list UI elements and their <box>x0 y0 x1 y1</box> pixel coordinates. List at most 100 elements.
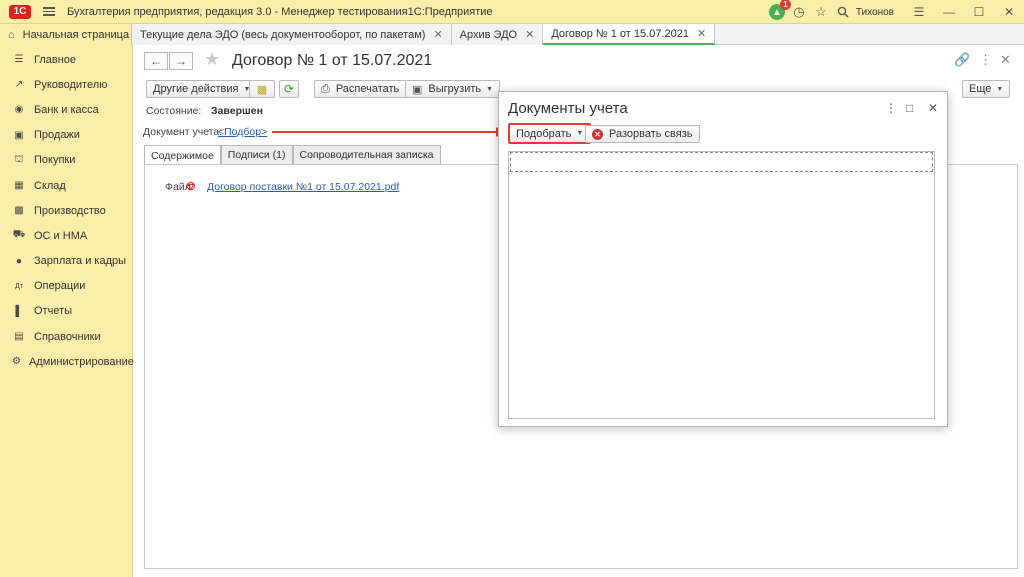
documents-table[interactable] <box>508 151 935 419</box>
more-button[interactable]: Еще ▼ <box>962 80 1011 98</box>
hierarchy-icon: ▩ <box>256 83 268 96</box>
history-icon[interactable]: ◷ <box>788 0 810 24</box>
pdf-icon: ⎊ <box>186 179 196 193</box>
back-button[interactable]: ← <box>144 52 168 70</box>
sidebar-item-production[interactable]: ▩ Производство <box>0 198 132 223</box>
home-icon: ⌂ <box>8 28 15 41</box>
form-tabs: Содержимое Подписи (1) Сопроводительная … <box>144 145 441 165</box>
tab-edo-archive[interactable]: Архив ЭДО ✕ <box>451 24 544 45</box>
close-window-button[interactable]: ✕ <box>994 0 1024 24</box>
structure-button[interactable]: ▩ <box>249 80 275 98</box>
menu-icon: ☰ <box>14 54 24 66</box>
coin-icon: ◉ <box>14 104 24 116</box>
maximize-button[interactable]: ☐ <box>964 0 994 24</box>
table-row[interactable] <box>510 152 933 172</box>
tab-label: Текущие дела ЭДО (весь документооборот, … <box>140 28 426 41</box>
refresh-button[interactable]: ⟳ <box>279 80 299 98</box>
chevron-down-icon: ▼ <box>486 85 494 93</box>
truck-icon: ⛟ <box>12 229 26 241</box>
bag-icon: ▣ <box>14 129 24 141</box>
sidebar-item-bank[interactable]: ◉ Банк и касса <box>0 97 132 122</box>
sidebar-item-salary[interactable]: ● Зарплата и кадры <box>0 249 132 274</box>
maximize-icon[interactable]: □ <box>906 101 913 115</box>
person-icon: ● <box>15 255 23 267</box>
unlink-icon: ✕ <box>592 128 603 140</box>
sidebar-item-label: Руководителю <box>34 78 108 91</box>
settings-menu-icon[interactable]: ☰ <box>904 0 934 24</box>
select-button[interactable]: Подобрать ▼ <box>508 123 592 144</box>
bell-icon: ▲ 1 <box>768 0 791 20</box>
sidebar-item-label: Банк и касса <box>34 103 99 116</box>
tab-contract[interactable]: Договор № 1 от 15.07.2021 ✕ <box>543 24 716 45</box>
sidebar-item-admin[interactable]: ⚙ Администрирование <box>0 349 134 374</box>
close-form-icon[interactable]: ✕ <box>1000 52 1011 68</box>
sidebar-item-label: Склад <box>34 179 66 192</box>
title-bar: 1С Бухгалтерия предприятия, редакция 3.0… <box>0 0 1024 24</box>
tab-label: Начальная страница <box>22 28 130 41</box>
sidebar-item-label: Продажи <box>34 129 80 142</box>
close-icon[interactable]: ✕ <box>433 28 442 41</box>
file-link[interactable]: Договор поставки №1 от 15.07.2021.pdf <box>207 181 399 193</box>
other-actions-button[interactable]: Другие действия ▼ <box>146 80 258 98</box>
tab-cover-note[interactable]: Сопроводительная записка <box>292 145 441 164</box>
notifications-button[interactable]: ▲ 1 <box>766 0 791 24</box>
chart-icon: ▌ <box>15 305 23 317</box>
open-windows-bar: ⌂ Начальная страница Текущие дела ЭДО (в… <box>0 24 1024 45</box>
tab-signatures[interactable]: Подписи (1) <box>220 145 293 164</box>
close-icon[interactable]: ✕ <box>525 28 534 41</box>
link-icon[interactable]: 🔗 <box>954 52 970 68</box>
main-menu-icon[interactable] <box>43 5 55 19</box>
tab-content[interactable]: Содержимое <box>144 145 221 165</box>
chevron-down-icon: ▼ <box>576 130 584 137</box>
sidebar-item-label: Администрирование <box>28 355 134 368</box>
refresh-icon: ⟳ <box>283 82 295 96</box>
sidebar-item-label: Главное <box>34 53 77 66</box>
button-label: Еще <box>969 83 992 95</box>
sections-sidebar: ☰ Главное ↗ Руководителю ◉ Банк и касса ▣ Пр… <box>0 45 134 577</box>
dialog-title: Документы учета <box>508 100 628 117</box>
button-label: Другие действия <box>153 83 239 95</box>
sidebar-item-operations[interactable]: Дт Операции <box>0 274 132 299</box>
cart-icon: ⛫ <box>14 153 24 165</box>
sidebar-item-warehouse[interactable]: ▦ Склад <box>0 173 132 198</box>
tab-label: Договор № 1 от 15.07.2021 <box>551 27 689 40</box>
button-label: Разорвать связь <box>609 128 693 140</box>
forward-button[interactable]: → <box>169 52 193 70</box>
print-button[interactable]: ⎙ Распечатать <box>314 80 407 98</box>
unlink-button[interactable]: ✕ Разорвать связь <box>585 125 700 143</box>
button-label: Распечатать <box>335 83 400 95</box>
state-label: Состояние: <box>146 105 202 117</box>
tab-home[interactable]: ⌂ Начальная страница <box>0 24 132 45</box>
printer-icon: ⎙ <box>321 82 330 95</box>
books-icon: ▤ <box>14 331 24 343</box>
notification-badge: 1 <box>779 0 791 10</box>
more-options-icon[interactable]: ⋮ <box>885 101 897 115</box>
export-button[interactable]: ▣ Выгрузить ▼ <box>405 80 501 98</box>
user-name[interactable]: Тихонов <box>856 7 894 18</box>
page-title: Договор № 1 от 15.07.2021 <box>232 52 433 69</box>
sidebar-item-purchases[interactable]: ⛫ Покупки <box>0 148 132 173</box>
accounting-doc-label: Документ учета: <box>143 126 223 138</box>
close-icon[interactable]: ✕ <box>697 27 706 40</box>
sidebar-item-assets[interactable]: ⛟ ОС и НМА <box>0 223 132 248</box>
more-options-icon[interactable]: ⋮ <box>979 52 992 68</box>
factory-icon: ▩ <box>14 205 24 217</box>
close-icon[interactable]: ✕ <box>928 101 938 115</box>
1c-logo: 1С <box>9 4 31 19</box>
tab-label: Архив ЭДО <box>459 28 518 41</box>
sidebar-item-label: Операции <box>34 280 86 293</box>
sidebar-item-director[interactable]: ↗ Руководителю <box>0 72 132 97</box>
favorites-star-icon[interactable]: ☆ <box>810 0 832 24</box>
accounting-doc-select-link[interactable]: <Подбор> <box>218 126 267 138</box>
sidebar-item-directories[interactable]: ▤ Справочники <box>0 324 132 349</box>
sidebar-item-sales[interactable]: ▣ Продажи <box>0 123 132 148</box>
tab-edo-current[interactable]: Текущие дела ЭДО (весь документооборот, … <box>132 24 452 45</box>
favorite-star-icon[interactable]: ★ <box>204 49 220 70</box>
sidebar-item-main[interactable]: ☰ Главное <box>0 47 132 72</box>
minimize-button[interactable]: — <box>934 0 964 24</box>
save-icon: ▣ <box>412 83 423 96</box>
button-label: Выгрузить <box>428 83 482 95</box>
sidebar-item-label: Отчеты <box>34 305 73 318</box>
search-icon[interactable] <box>832 0 854 24</box>
sidebar-item-reports[interactable]: ▌ Отчеты <box>0 299 132 324</box>
